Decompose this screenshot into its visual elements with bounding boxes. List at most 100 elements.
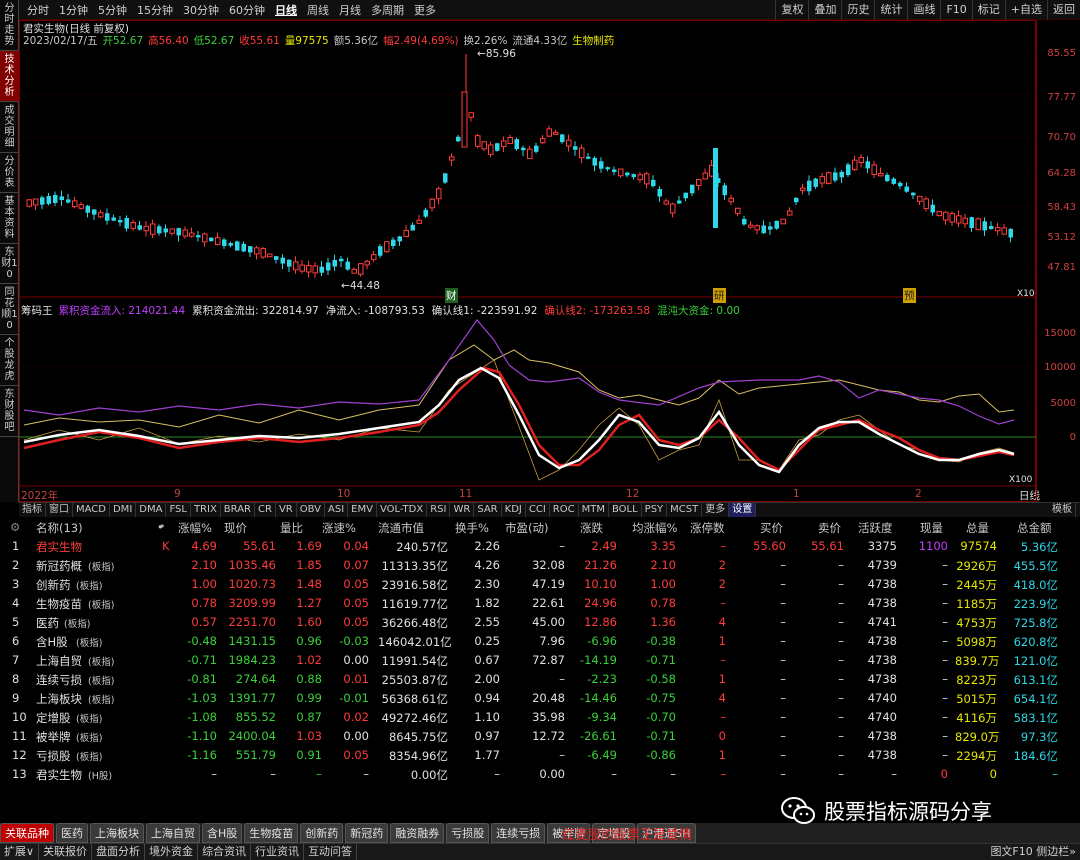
indicator-tab[interactable]: WR (450, 503, 475, 517)
menu-item[interactable]: 返回 (1047, 0, 1080, 20)
left-tab[interactable]: 东财股吧 (0, 386, 19, 437)
indicator-tab[interactable]: BOLL (609, 503, 642, 517)
indicator-tab[interactable]: 更多 (702, 503, 730, 517)
menu-item[interactable]: 画线 (907, 0, 940, 20)
sector-tab[interactable]: 生物疫苗 (244, 823, 299, 843)
column-header[interactable]: 流通市值 (378, 520, 424, 536)
status-item[interactable]: 行业资讯 (251, 844, 305, 860)
period-tab[interactable]: 月线 (334, 2, 366, 18)
table-row[interactable]: 10 定增股 (板指) -1.08 855.52 0.87 0.02 49272.46亿 1.1… (0, 708, 1080, 727)
period-tab[interactable]: 日线 (270, 2, 302, 18)
template-button[interactable]: 模板 (1049, 503, 1076, 517)
indicator-tab[interactable]: DMA (136, 503, 167, 517)
menu-item[interactable]: F10 (940, 0, 971, 20)
table-row[interactable]: 13 君实生物 (H股) – – – – 0.00亿 – 0.00 – – – – – – 0 0 – (0, 765, 1080, 784)
sector-tab[interactable]: 含H股 (202, 823, 243, 843)
menu-item[interactable]: 复权 (775, 0, 808, 20)
indicator-tab[interactable]: 设置 (729, 503, 757, 517)
sector-tab[interactable]: 亏损股 (446, 823, 490, 843)
column-header[interactable]: 涨速% (322, 520, 356, 536)
indicator-tab[interactable]: BRAR (221, 503, 255, 517)
period-tab[interactable]: 分时 (22, 2, 54, 18)
period-tab[interactable]: 多周期 (366, 2, 409, 18)
table-row[interactable]: 2 新冠药概 (板指) 2.10 1035.46 1.85 0.07 11313.35亿 4.2… (0, 556, 1080, 575)
indicator-name[interactable]: 筹码王 (21, 305, 53, 317)
period-tab[interactable]: 60分钟 (224, 2, 270, 18)
gear-icon[interactable]: ⚙ (10, 520, 20, 534)
column-header[interactable]: 总量 (966, 520, 989, 536)
column-header[interactable]: 卖价 (818, 520, 841, 536)
indicator-tab[interactable]: PSY (642, 503, 668, 517)
left-tab[interactable]: 分价表 (0, 153, 19, 193)
indicator-tab[interactable]: MTM (579, 503, 609, 517)
column-header[interactable]: 换手% (455, 520, 489, 536)
table-row[interactable]: 4 生物疫苗 (板指) 0.78 3209.99 1.27 0.05 11619.77亿 1.8… (0, 594, 1080, 613)
table-row[interactable]: 5 医药 (板指) 0.57 2251.70 1.60 0.05 36266.48亿 2.55 4… (0, 613, 1080, 632)
column-header[interactable]: 现价 (224, 520, 247, 536)
sector-tab[interactable]: 上海自贸 (146, 823, 200, 843)
column-header[interactable]: 买价 (760, 520, 783, 536)
status-item[interactable]: 综合资讯 (198, 844, 252, 860)
event-mark-finance[interactable]: 财 (445, 288, 458, 303)
column-header[interactable]: 现量 (920, 520, 943, 536)
event-mark-forecast[interactable]: 预 (903, 288, 916, 303)
table-row[interactable]: 9 上海板块 (板指) -1.03 1391.77 0.99 -0.01 56368.61亿 0… (0, 689, 1080, 708)
table-row[interactable]: 12 亏损股 (板指) -1.16 551.79 0.91 0.05 8354.96亿 1.77… (0, 746, 1080, 765)
column-header[interactable]: 活跃度 (858, 520, 893, 536)
indicator-tab[interactable]: MCST (667, 503, 703, 517)
indicator-tab[interactable]: OBV (297, 503, 325, 517)
table-row[interactable]: 3 创新药 (板指) 1.00 1020.73 1.48 0.05 23916.58亿 2.30… (0, 575, 1080, 594)
left-tab[interactable]: 东财10 (0, 244, 19, 284)
sector-tab[interactable]: 创新药 (300, 823, 344, 843)
chart-area[interactable]: 君实生物(日线 前复权) 2023/02/17/五 开52.67 高56.40 低52… (19, 20, 1040, 502)
indicator-tab[interactable]: MACD (73, 503, 110, 517)
column-header[interactable]: 均涨幅% (632, 520, 677, 536)
indicator-tab[interactable]: RSI (427, 503, 451, 517)
indicator-tab[interactable]: VR (276, 503, 297, 517)
period-tab[interactable]: 周线 (302, 2, 334, 18)
table-row[interactable]: 7 上海自贸 (板指) -0.71 1984.23 1.02 0.00 11991.54亿 0.… (0, 651, 1080, 670)
event-mark-research[interactable]: 研 (713, 288, 726, 303)
column-header[interactable]: 市盈(动) (505, 520, 548, 536)
left-tab[interactable]: 成交明细 (0, 102, 19, 153)
column-header[interactable]: 总金额 (1017, 520, 1052, 536)
candlestick-chart[interactable] (19, 20, 1036, 502)
period-tab[interactable]: 15分钟 (132, 2, 178, 18)
indicator-tab[interactable]: 窗口 (46, 503, 73, 517)
left-tab[interactable]: 同花顺10 (0, 284, 19, 335)
status-item[interactable]: 境外资金 (145, 844, 199, 860)
column-header[interactable]: 涨幅% (178, 520, 212, 536)
status-item[interactable]: 关联报价 (39, 844, 93, 860)
indicator-tab[interactable]: EMV (348, 503, 377, 517)
period-tab[interactable]: 5分钟 (93, 2, 132, 18)
left-tab[interactable]: 基本资料 (0, 193, 19, 244)
indicator-tab[interactable]: TRIX (191, 503, 221, 517)
menu-item[interactable]: 标记 (971, 0, 1005, 20)
indicator-tab[interactable]: ROC (550, 503, 579, 517)
sector-tab[interactable]: 医药 (56, 823, 88, 843)
left-tab[interactable]: 技术分析 (0, 51, 19, 102)
menu-item[interactable]: 统计 (874, 0, 907, 20)
menu-item[interactable]: 叠加 (808, 0, 841, 20)
table-row[interactable]: 8 连续亏损 (板指) -0.81 274.64 0.88 0.01 25503.87亿 2.0… (0, 670, 1080, 689)
sector-tab[interactable]: 融资融券 (390, 823, 445, 843)
indicator-tab[interactable]: ASI (325, 503, 349, 517)
indicator-tab[interactable]: FSL (166, 503, 191, 517)
column-header[interactable]: 量比 (280, 520, 303, 536)
table-row[interactable]: 1 君实生物 K 4.69 55.61 1.69 0.04 240.57亿 2.26 – 2.49 3… (0, 537, 1080, 556)
column-header[interactable]: 名称(13) (36, 520, 83, 536)
column-header[interactable]: 涨停数 (690, 520, 725, 536)
indicator-tab[interactable]: KDJ (502, 503, 526, 517)
indicator-tab[interactable]: CR (255, 503, 276, 517)
indicator-tab[interactable]: DMI (110, 503, 137, 517)
period-tab[interactable]: 更多 (409, 2, 441, 18)
indicator-tab[interactable]: VOL-TDX (377, 503, 428, 517)
table-row[interactable]: 6 含H股 (板指) -0.48 1431.15 0.96 -0.03 146042.01亿 0… (0, 632, 1080, 651)
column-header[interactable]: 涨跌 (580, 520, 603, 536)
period-tab[interactable]: 30分钟 (178, 2, 224, 18)
table-row[interactable]: 11 被举牌 (板指) -1.10 2400.04 1.03 0.00 8645.75亿 0.9… (0, 727, 1080, 746)
status-right[interactable]: 图文F10 侧边栏» (990, 844, 1076, 860)
indicator-tab[interactable]: CCI (526, 503, 550, 517)
status-item[interactable]: 扩展∨ (0, 844, 40, 860)
menu-item[interactable]: +自选 (1004, 0, 1047, 20)
